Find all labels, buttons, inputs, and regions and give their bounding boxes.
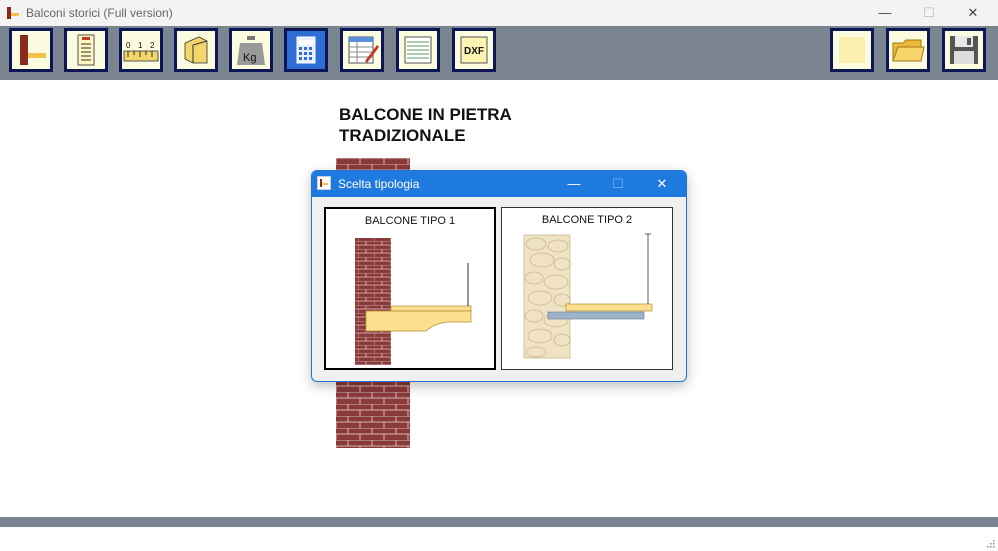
report-icon bbox=[77, 34, 95, 66]
option-balcone-tipo-1[interactable]: BALCONE TIPO 1 bbox=[324, 207, 496, 370]
open-button[interactable] bbox=[886, 28, 930, 72]
toolbar: 0 1 2 Kg DXF bbox=[0, 26, 998, 80]
ruler-label: 1 bbox=[138, 41, 143, 50]
save-icon bbox=[950, 36, 978, 64]
table-edit-icon bbox=[348, 36, 379, 64]
weight-icon: Kg bbox=[237, 36, 265, 65]
app-icon bbox=[7, 7, 19, 19]
beam-button[interactable] bbox=[174, 28, 218, 72]
ruler-button[interactable]: 0 1 2 bbox=[119, 28, 163, 72]
dxf-label: DXF bbox=[464, 46, 484, 57]
maximize-button[interactable]: ☐ bbox=[906, 0, 952, 26]
sheet-button[interactable] bbox=[396, 28, 440, 72]
dialog-title: Scelta tipologia bbox=[338, 177, 420, 191]
type-selection-dialog: Scelta tipologia — ☐ ✕ BALCONE TIPO 1 BA… bbox=[311, 170, 687, 382]
dialog-title-bar: Scelta tipologia — ☐ ✕ bbox=[312, 171, 686, 197]
dialog-maximize-button[interactable]: ☐ bbox=[596, 171, 640, 197]
sheet-icon bbox=[404, 36, 432, 64]
bottom-area bbox=[0, 527, 998, 551]
table-edit-button[interactable] bbox=[340, 28, 384, 72]
dxf-button[interactable]: DXF bbox=[452, 28, 496, 72]
save-button[interactable] bbox=[942, 28, 986, 72]
drawing-heading: BALCONE IN PIETRA TRADIZIONALE bbox=[339, 104, 599, 146]
open-folder-icon bbox=[892, 39, 925, 62]
new-button[interactable] bbox=[830, 28, 874, 72]
weight-label: Kg bbox=[243, 52, 256, 64]
dxf-icon: DXF bbox=[460, 36, 488, 64]
calculator-icon bbox=[296, 36, 316, 64]
stone-balcony-icon bbox=[523, 233, 653, 359]
report-button[interactable] bbox=[64, 28, 108, 72]
option-balcone-tipo-2[interactable]: BALCONE TIPO 2 bbox=[501, 207, 673, 370]
heading-line: TRADIZIONALE bbox=[339, 126, 466, 145]
calculator-button[interactable] bbox=[284, 28, 328, 72]
dialog-minimize-button[interactable]: — bbox=[552, 171, 596, 197]
weight-button[interactable]: Kg bbox=[229, 28, 273, 72]
minimize-button[interactable]: — bbox=[862, 0, 908, 26]
window-title: Balconi storici (Full version) bbox=[26, 6, 173, 20]
close-button[interactable]: ✕ bbox=[950, 0, 996, 26]
balcony-button[interactable] bbox=[9, 28, 53, 72]
heading-line: BALCONE IN PIETRA bbox=[339, 105, 512, 124]
balcony-icon bbox=[20, 35, 46, 65]
ruler-icon: 0 1 2 bbox=[123, 41, 159, 62]
status-bar bbox=[0, 517, 998, 527]
brick-balcony-icon bbox=[355, 238, 472, 365]
title-bar: Balconi storici (Full version) — ☐ ✕ bbox=[0, 0, 998, 27]
ruler-label: 0 bbox=[126, 41, 131, 50]
new-icon bbox=[839, 37, 865, 63]
dialog-close-button[interactable]: ✕ bbox=[640, 171, 684, 197]
beam-icon bbox=[184, 36, 208, 64]
ruler-label: 2 bbox=[150, 41, 155, 50]
dialog-app-icon bbox=[317, 176, 331, 190]
resize-grip-icon[interactable] bbox=[985, 538, 995, 548]
